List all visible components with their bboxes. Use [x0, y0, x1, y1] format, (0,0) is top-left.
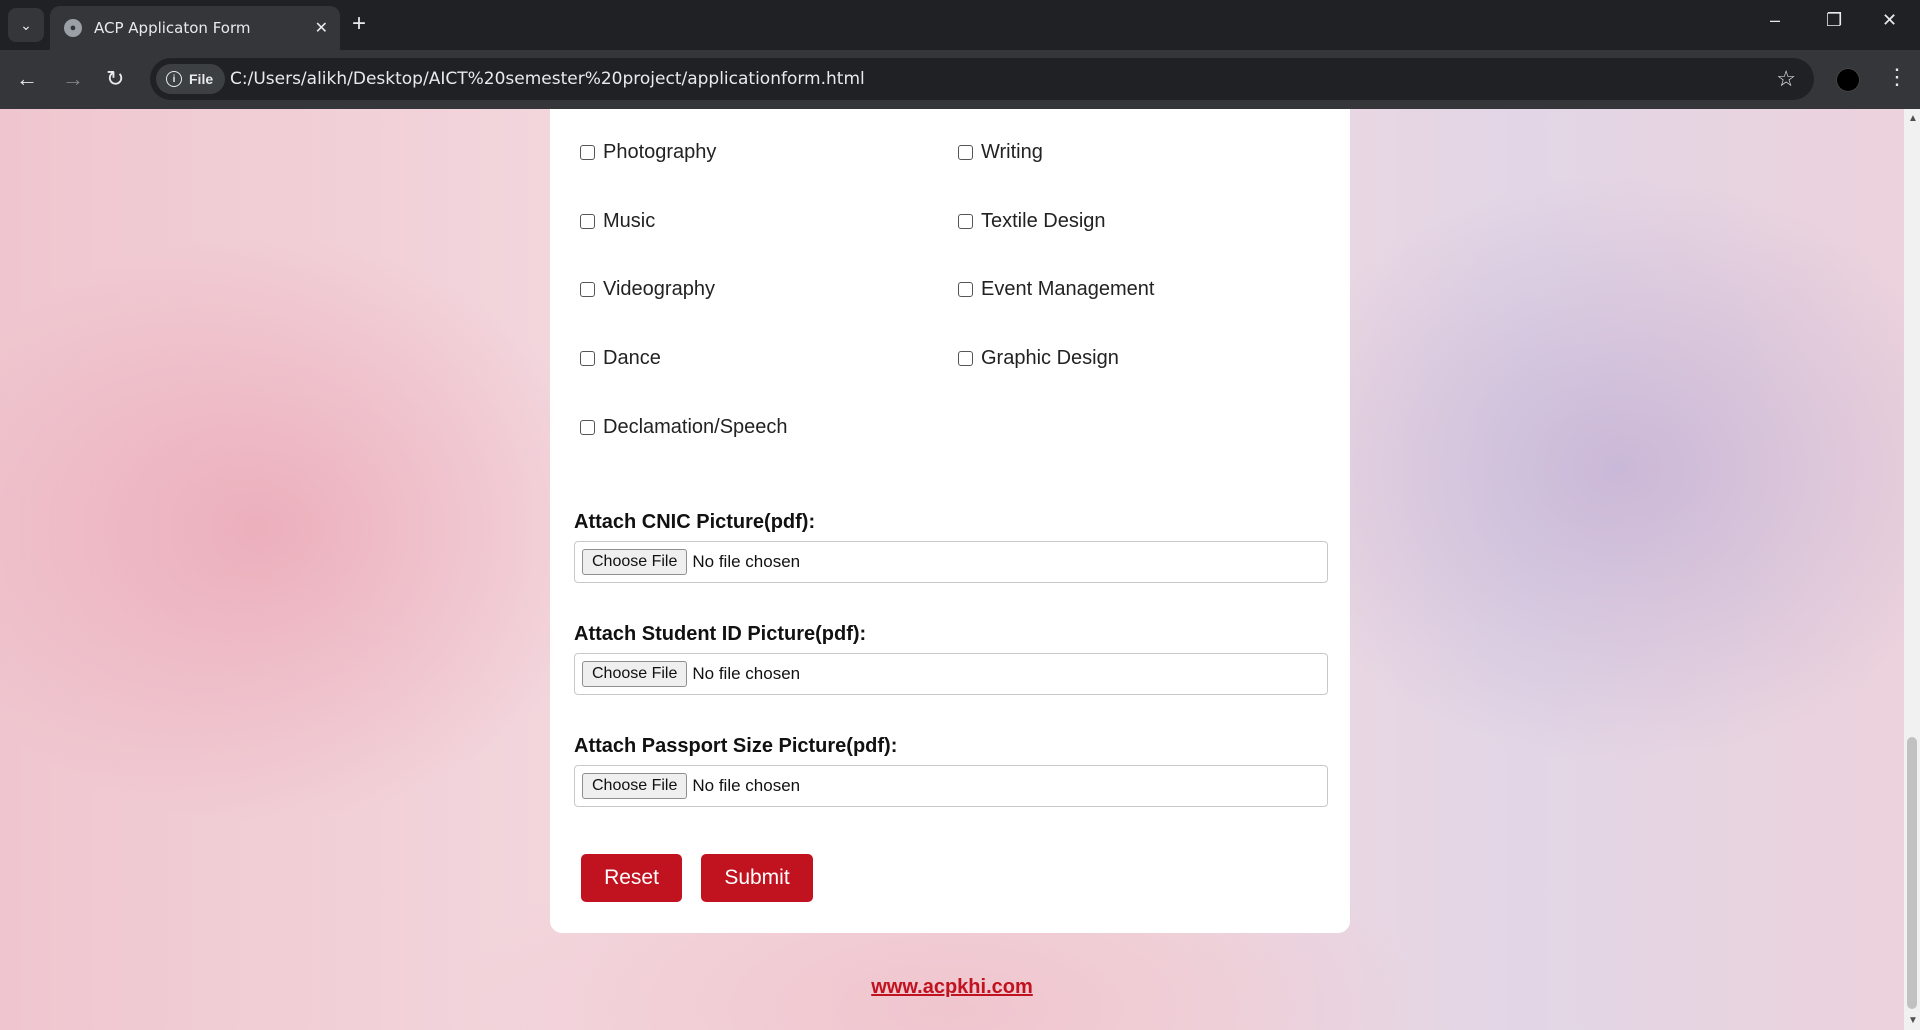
checkbox-label: Dance — [603, 347, 661, 369]
checkbox-box[interactable] — [580, 214, 595, 229]
vertical-scrollbar[interactable]: ▲ ▼ — [1904, 109, 1920, 1030]
new-tab-plus-icon[interactable]: + — [352, 10, 366, 38]
checkbox-label: Writing — [981, 141, 1043, 163]
choose-file-button[interactable]: Choose File — [582, 549, 688, 575]
address-bar[interactable]: i File C:/Users/alikh/Desktop/AICT%20sem… — [150, 58, 1814, 100]
scrollbar-thumb[interactable] — [1907, 737, 1917, 1009]
checkbox-box[interactable] — [958, 145, 973, 160]
scroll-down-arrow-icon[interactable]: ▼ — [1908, 1015, 1918, 1026]
cnic-file-input[interactable]: Choose File No file chosen — [574, 541, 1328, 583]
student-id-file-input[interactable]: Choose File No file chosen — [574, 653, 1328, 695]
checkbox-label: Graphic Design — [981, 347, 1119, 369]
reset-button[interactable]: Reset — [581, 854, 682, 902]
site-info-chip[interactable]: i File — [156, 64, 226, 94]
checkbox-box[interactable] — [580, 351, 595, 366]
checkbox-box[interactable] — [958, 282, 973, 297]
passport-picture-attachment-label: Attach Passport Size Picture(pdf): — [574, 735, 898, 757]
back-icon[interactable]: ← — [16, 66, 38, 92]
footer-website-link[interactable]: www.acpkhi.com — [0, 976, 1904, 999]
interest-checkbox-graphic-design[interactable]: Graphic Design — [958, 347, 1119, 370]
browser-tab[interactable]: ● ACP Applicaton Form ✕ — [50, 6, 340, 50]
star-icon[interactable]: ☆ — [1776, 66, 1796, 92]
cnic-attachment-label: Attach CNIC Picture(pdf): — [574, 511, 816, 533]
url-text[interactable]: C:/Users/alikh/Desktop/AICT%20semester%2… — [230, 69, 865, 89]
window-close-icon[interactable]: ✕ — [1882, 10, 1897, 31]
browser-toolbar: ← → ↻ i File C:/Users/alikh/Desktop/AICT… — [0, 50, 1920, 109]
info-icon: i — [166, 71, 182, 87]
file-status-text: No file chosen — [692, 664, 801, 683]
checkbox-box[interactable] — [958, 351, 973, 366]
page-viewport: Photography Writing Music Textile Design… — [0, 109, 1904, 1030]
browser-tab-bar: ⌄ ● ACP Applicaton Form ✕ + – ❐ ✕ — [0, 0, 1920, 50]
interest-checkbox-photography[interactable]: Photography — [580, 141, 716, 164]
interest-checkbox-videography[interactable]: Videography — [580, 278, 715, 301]
choose-file-button[interactable]: Choose File — [582, 773, 688, 799]
checkbox-box[interactable] — [580, 145, 595, 160]
forward-icon[interactable]: → — [62, 66, 84, 92]
checkbox-label: Event Management — [981, 278, 1155, 300]
submit-button[interactable]: Submit — [701, 854, 813, 902]
kebab-menu-icon[interactable]: ⋮ — [1886, 64, 1908, 90]
checkbox-box[interactable] — [580, 420, 595, 435]
student-id-attachment-label: Attach Student ID Picture(pdf): — [574, 623, 867, 645]
file-status-text: No file chosen — [692, 776, 801, 795]
reload-icon[interactable]: ↻ — [106, 66, 124, 92]
minimize-icon[interactable]: – — [1770, 10, 1780, 31]
passport-picture-file-input[interactable]: Choose File No file chosen — [574, 765, 1328, 807]
interest-checkbox-event-management[interactable]: Event Management — [958, 278, 1154, 301]
file-status-text: No file chosen — [692, 552, 801, 571]
globe-icon: ● — [64, 19, 82, 37]
tab-search-icon[interactable]: ⌄ — [8, 8, 44, 42]
checkbox-box[interactable] — [958, 214, 973, 229]
interest-checkbox-textile-design[interactable]: Textile Design — [958, 210, 1106, 233]
interest-checkbox-declamation-speech[interactable]: Declamation/Speech — [580, 416, 788, 439]
checkbox-label: Declamation/Speech — [603, 416, 788, 438]
file-chip-label: File — [189, 71, 214, 87]
scroll-up-arrow-icon[interactable]: ▲ — [1908, 113, 1918, 124]
checkbox-label: Videography — [603, 278, 715, 300]
interest-checkbox-writing[interactable]: Writing — [958, 141, 1043, 164]
close-tab-icon[interactable]: ✕ — [315, 18, 328, 38]
profile-icon[interactable] — [1836, 68, 1860, 92]
interest-checkbox-dance[interactable]: Dance — [580, 347, 661, 370]
checkbox-label: Textile Design — [981, 210, 1106, 232]
checkbox-box[interactable] — [580, 282, 595, 297]
choose-file-button[interactable]: Choose File — [582, 661, 688, 687]
interest-checkbox-music[interactable]: Music — [580, 210, 655, 233]
checkbox-label: Photography — [603, 141, 717, 163]
tab-title: ACP Applicaton Form — [94, 19, 251, 37]
checkbox-label: Music — [603, 210, 656, 232]
restore-icon[interactable]: ❐ — [1826, 10, 1842, 31]
